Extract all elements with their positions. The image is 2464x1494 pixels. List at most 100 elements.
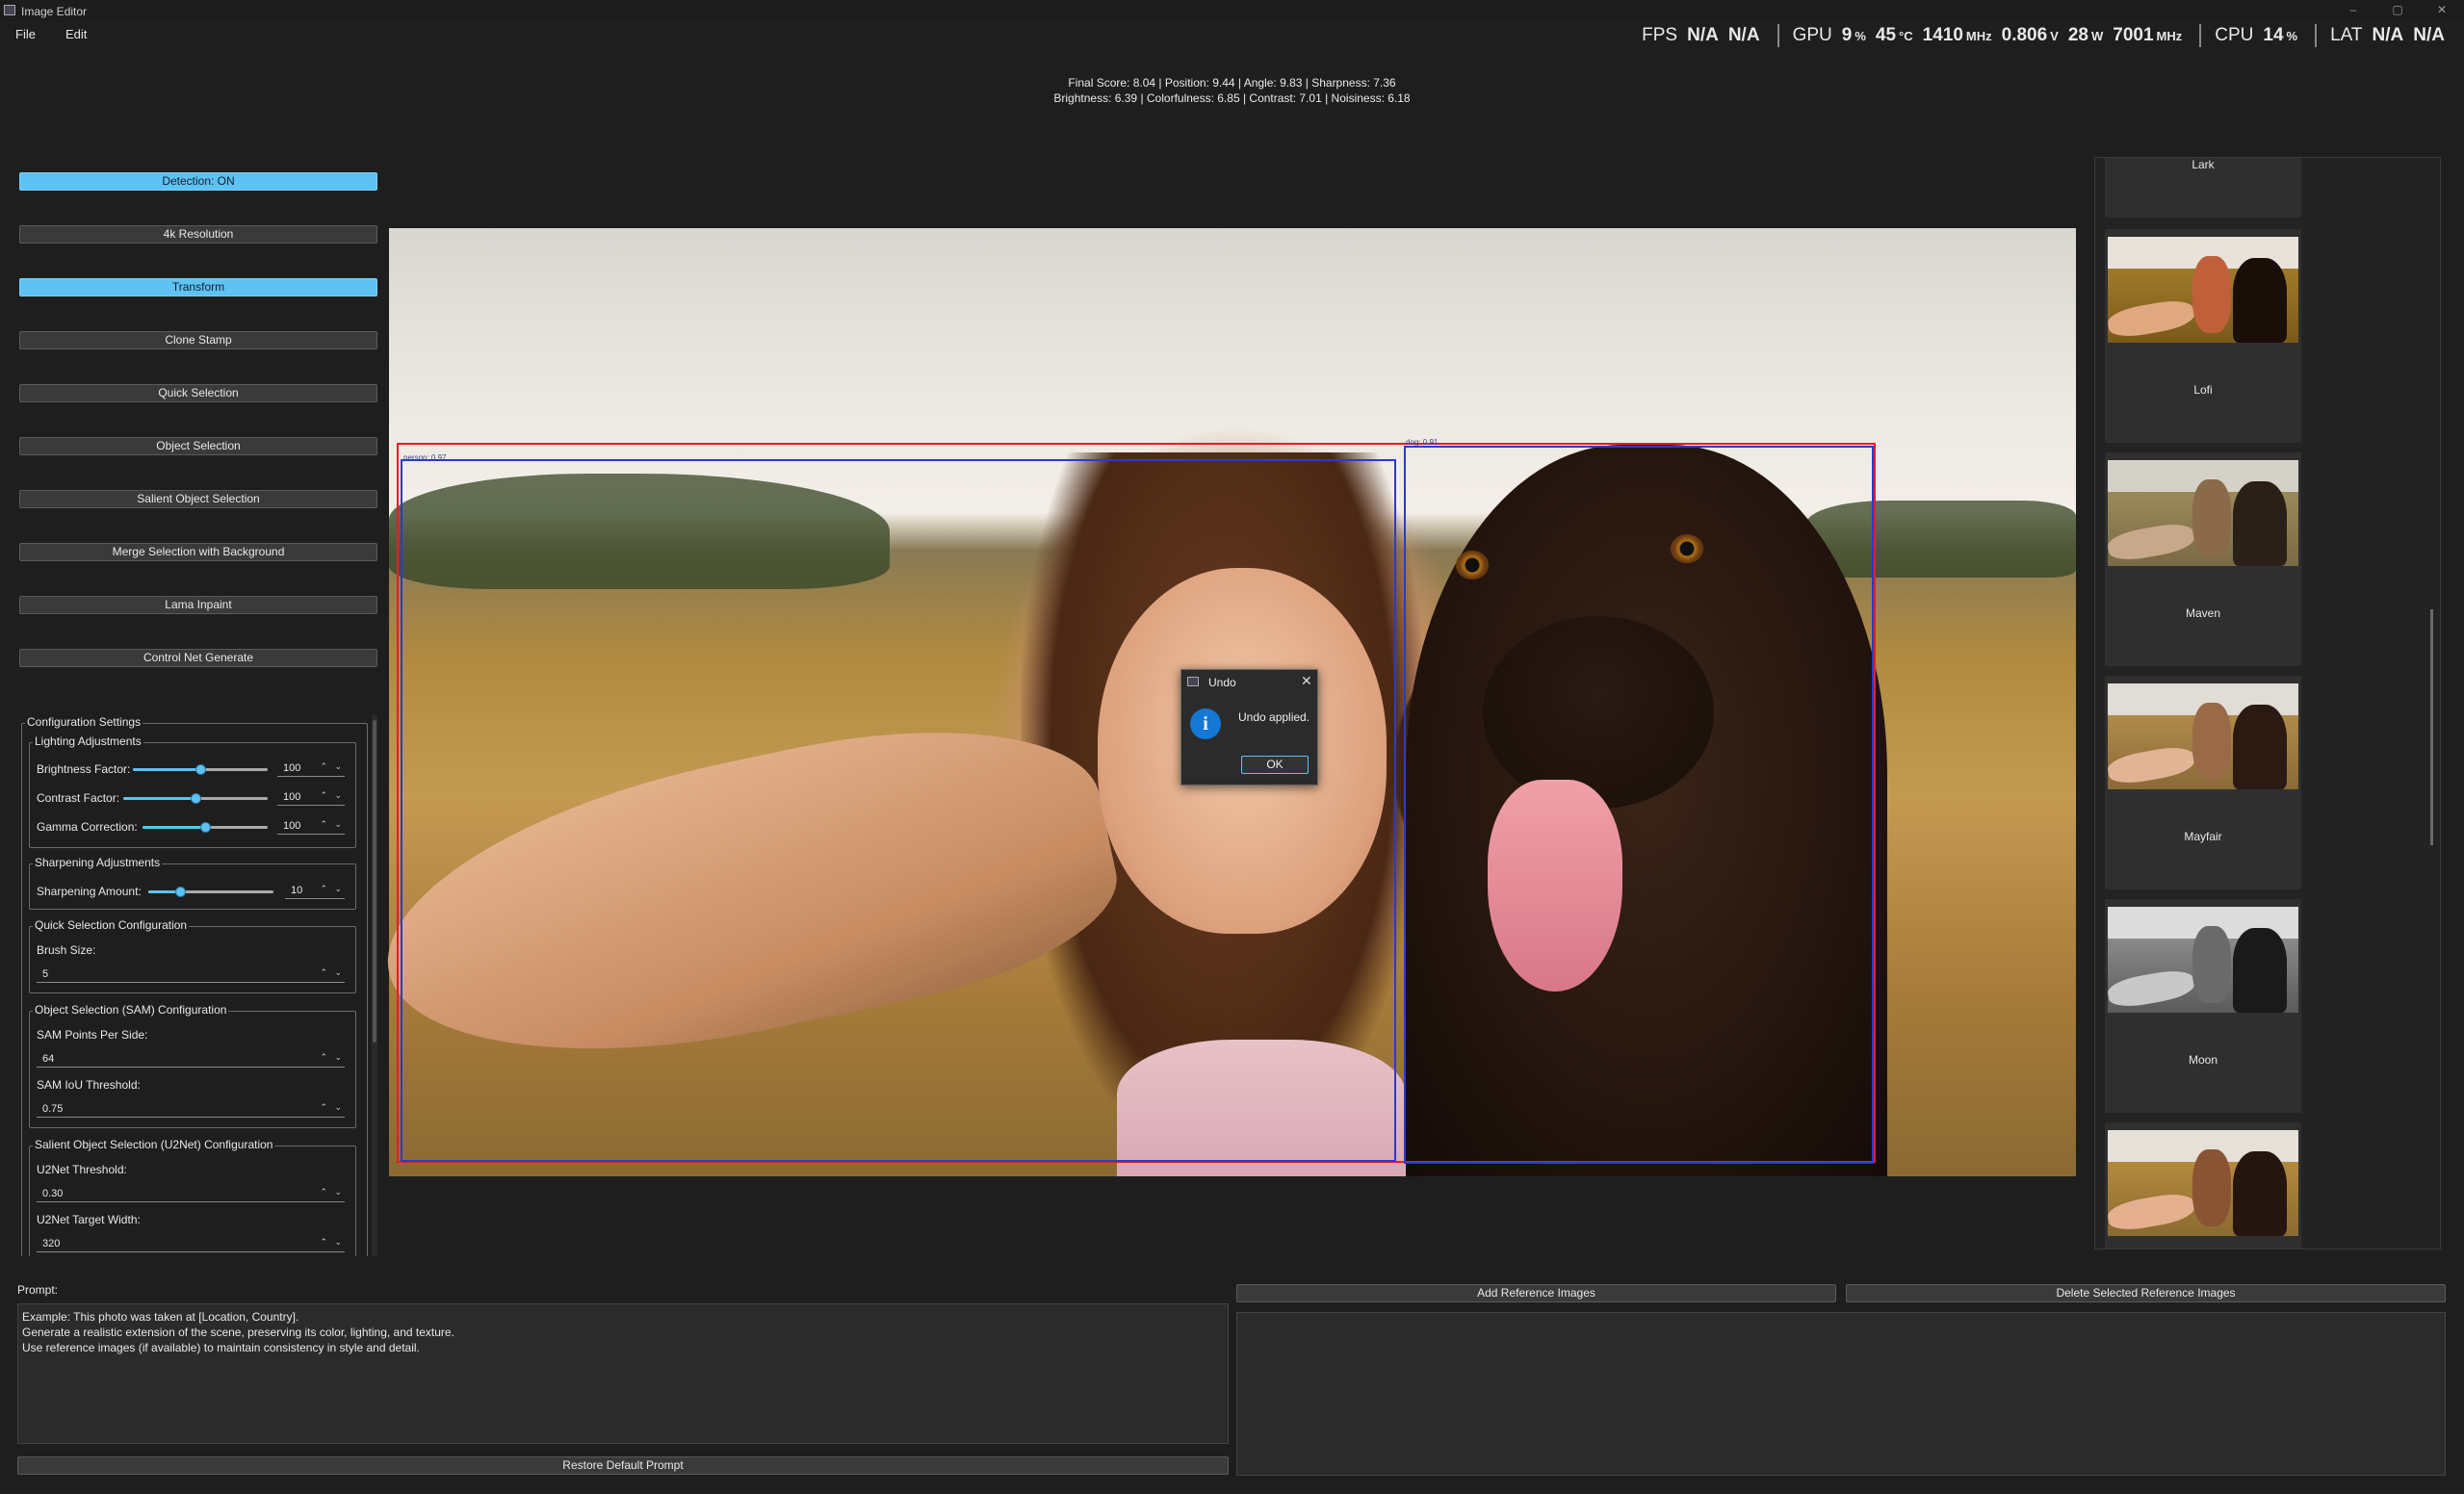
u2net-threshold-spinbox[interactable]: 0.30 ⌃ ⌄ — [37, 1187, 345, 1202]
window-title: Image Editor — [21, 5, 88, 18]
spin-down-icon[interactable]: ⌄ — [334, 1052, 342, 1063]
spin-up-icon[interactable]: ⌃ — [320, 1102, 327, 1113]
spin-down-icon[interactable]: ⌄ — [334, 884, 342, 894]
filter-label: Lark — [2192, 158, 2215, 171]
u2net-width-label: U2Net Target Width: — [37, 1213, 141, 1226]
mem-clock: 7001 — [2113, 25, 2154, 45]
spin-down-icon[interactable]: ⌄ — [334, 1102, 342, 1113]
quick-selection-group — [29, 926, 356, 993]
quick-selection-button[interactable]: Quick Selection — [19, 384, 377, 402]
configuration-panel: Configuration Settings Lighting Adjustme… — [21, 715, 374, 1256]
cpu-label: CPU — [2215, 25, 2254, 45]
sharpening-spinbox[interactable]: 10 ⌃ ⌄ — [285, 884, 345, 899]
u2net-width-spinbox[interactable]: 320 ⌃ ⌄ — [37, 1237, 345, 1252]
spin-up-icon[interactable]: ⌃ — [320, 1052, 327, 1063]
spin-down-icon[interactable]: ⌄ — [334, 819, 342, 830]
salient-object-selection-button[interactable]: Salient Object Selection — [19, 490, 377, 508]
overlay-separator — [2199, 24, 2202, 47]
spin-down-icon[interactable]: ⌄ — [334, 967, 342, 978]
object-selection-button[interactable]: Object Selection — [19, 437, 377, 455]
gamma-slider-handle[interactable] — [200, 822, 211, 833]
brightness-value: 100 — [283, 762, 301, 774]
gallery-scrollbar[interactable] — [2430, 609, 2433, 845]
sam-points-spinbox[interactable]: 64 ⌃ ⌄ — [37, 1052, 345, 1068]
performance-overlay: FPS N/A N/A GPU 9% 45 °C 1410 MHz 0.806 V 2… — [1642, 21, 2445, 50]
contrast-slider-handle[interactable] — [191, 793, 201, 804]
detection-toggle-button[interactable]: Detection: ON — [19, 172, 377, 191]
gamma-spinbox[interactable]: 100 ⌃ ⌄ — [277, 819, 345, 835]
spin-down-icon[interactable]: ⌄ — [334, 1187, 342, 1198]
control-net-generate-button[interactable]: Control Net Generate — [19, 649, 377, 667]
filter-card-maven[interactable]: Maven — [2105, 452, 2301, 666]
filter-card-moon[interactable]: Moon — [2105, 899, 2301, 1113]
filter-label: Lofi — [2193, 383, 2213, 397]
spin-down-icon[interactable]: ⌄ — [334, 761, 342, 772]
contrast-value: 100 — [283, 791, 301, 803]
spin-down-icon[interactable]: ⌄ — [334, 1237, 342, 1248]
clone-stamp-button[interactable]: Clone Stamp — [19, 331, 377, 349]
add-reference-images-button[interactable]: Add Reference Images — [1236, 1284, 1836, 1302]
spin-down-icon[interactable]: ⌄ — [334, 790, 342, 801]
config-scrollbar-thumb[interactable] — [373, 720, 376, 1043]
fps-value: N/A — [1687, 25, 1719, 45]
spin-up-icon[interactable]: ⌃ — [320, 1187, 327, 1198]
spin-up-icon[interactable]: ⌃ — [320, 790, 327, 801]
overlay-separator — [2315, 24, 2318, 47]
filter-card-lark[interactable]: Lark — [2105, 158, 2301, 218]
filter-label: Mayfair — [2184, 830, 2222, 843]
delete-reference-images-button[interactable]: Delete Selected Reference Images — [1846, 1284, 2446, 1302]
sharpening-slider-handle[interactable] — [174, 887, 186, 897]
overlay-separator — [1777, 24, 1779, 47]
close-window-button[interactable]: ✕ — [2420, 0, 2464, 21]
filter-label: Moon — [2188, 1053, 2218, 1067]
brush-size-spinbox[interactable]: 5 ⌃ ⌄ — [37, 967, 345, 983]
spin-up-icon[interactable]: ⌃ — [320, 761, 327, 772]
lat-value-2: N/A — [2413, 25, 2445, 45]
contrast-slider-fill — [123, 797, 195, 800]
transform-button[interactable]: Transform — [19, 278, 377, 296]
filter-card[interactable] — [2105, 1122, 2301, 1249]
restore-default-prompt-button[interactable]: Restore Default Prompt — [17, 1456, 1229, 1475]
sam-iou-value: 0.75 — [42, 1103, 64, 1115]
contrast-label: Contrast Factor: — [37, 791, 120, 805]
gpu-temp-unit: °C — [1899, 28, 1913, 43]
menu-edit[interactable]: Edit — [65, 27, 87, 41]
merge-selection-button[interactable]: Merge Selection with Background — [19, 543, 377, 561]
cpu-usage-unit: % — [2286, 28, 2298, 43]
minimize-button[interactable]: – — [2331, 0, 2375, 21]
reference-images-area[interactable] — [1236, 1312, 2446, 1476]
image-score: Final Score: 8.04 | Position: 9.44 | Ang… — [0, 75, 2464, 106]
u2net-threshold-label: U2Net Threshold: — [37, 1163, 127, 1176]
maximize-button[interactable]: ▢ — [2375, 0, 2420, 21]
filter-thumbnail — [2108, 237, 2298, 343]
prompt-textarea[interactable]: Example: This photo was taken at [Locati… — [17, 1303, 1229, 1444]
quick-selection-title: Quick Selection Configuration — [33, 918, 190, 932]
score-line-1: Final Score: 8.04 | Position: 9.44 | Ang… — [1068, 76, 1396, 90]
sam-title: Object Selection (SAM) Configuration — [33, 1003, 229, 1017]
spin-up-icon[interactable]: ⌃ — [320, 884, 327, 894]
gamma-slider-fill — [143, 826, 205, 829]
lama-inpaint-button[interactable]: Lama Inpaint — [19, 596, 377, 614]
menu-file[interactable]: File — [15, 27, 36, 41]
brush-size-value: 5 — [42, 968, 49, 980]
filter-card-mayfair[interactable]: Mayfair — [2105, 676, 2301, 889]
4k-resolution-button[interactable]: 4k Resolution — [19, 225, 377, 244]
sam-iou-spinbox[interactable]: 0.75 ⌃ ⌄ — [37, 1102, 345, 1118]
detection-label-person: person: 0.97 — [403, 453, 447, 462]
u2net-width-value: 320 — [42, 1238, 61, 1249]
ok-button[interactable]: OK — [1241, 756, 1309, 774]
filter-thumbnail — [2108, 907, 2298, 1013]
brush-size-label: Brush Size: — [37, 943, 96, 957]
close-icon[interactable]: ✕ — [1301, 673, 1312, 689]
undo-dialog: Undo ✕ i Undo applied. OK — [1180, 669, 1318, 786]
spin-up-icon[interactable]: ⌃ — [320, 819, 327, 830]
spin-up-icon[interactable]: ⌃ — [320, 1237, 327, 1248]
filter-thumbnail — [2108, 460, 2298, 566]
filter-card-lofi[interactable]: Lofi — [2105, 229, 2301, 443]
spin-up-icon[interactable]: ⌃ — [320, 967, 327, 978]
contrast-spinbox[interactable]: 100 ⌃ ⌄ — [277, 790, 345, 806]
fps-value-2: N/A — [1727, 25, 1760, 45]
filter-thumbnail — [2108, 683, 2298, 789]
brightness-spinbox[interactable]: 100 ⌃ ⌄ — [277, 761, 345, 777]
brightness-slider-handle[interactable] — [195, 764, 206, 775]
